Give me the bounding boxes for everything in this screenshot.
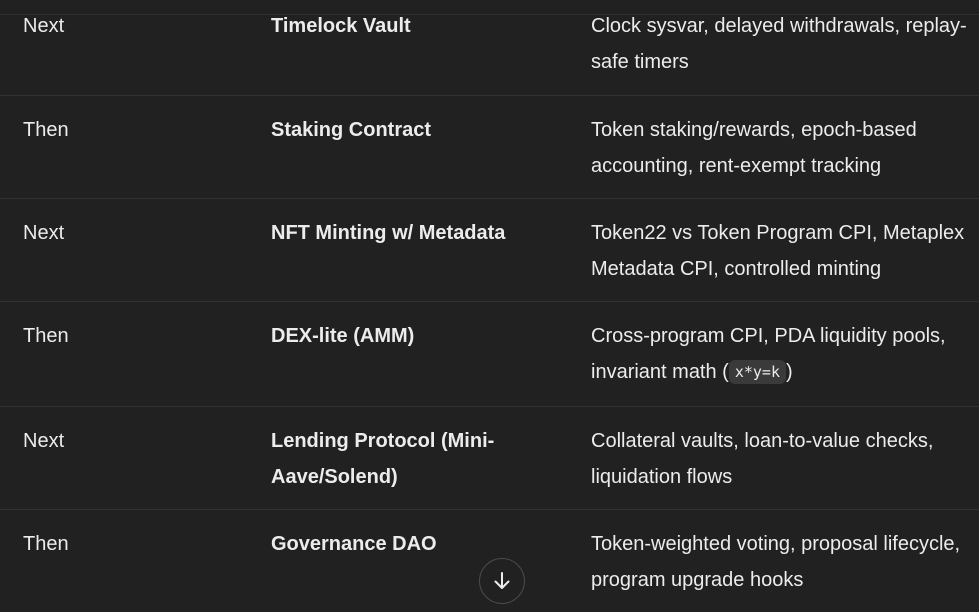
scroll-to-bottom-button[interactable] xyxy=(479,558,525,604)
phase-cell: Next xyxy=(0,0,271,96)
focus-cell: Token22 vs Token Program CPI, Metaplex M… xyxy=(591,198,979,302)
focus-cell: Token staking/rewards, epoch-based accou… xyxy=(591,95,979,199)
project-cell: Staking Contract xyxy=(271,95,591,199)
phase-cell: Next xyxy=(0,406,271,510)
project-cell: Lending Protocol (Mini-Aave/Solend) xyxy=(271,406,591,510)
arrow-down-icon xyxy=(494,572,510,589)
roadmap-table: Next Timelock Vault Clock sysvar, delaye… xyxy=(0,0,979,612)
project-cell: Governance DAO xyxy=(271,532,437,555)
phase-cell: Then xyxy=(0,95,271,199)
table-row: Next NFT Minting w/ Metadata Token22 vs … xyxy=(0,198,979,302)
inline-code: x*y=k xyxy=(728,360,786,385)
table-row: Then Staking Contract Token staking/rewa… xyxy=(0,95,979,199)
phase-cell: Then xyxy=(0,301,271,407)
table-row: Next Timelock Vault Clock sysvar, delaye… xyxy=(0,0,979,96)
table-row: Next Lending Protocol (Mini-Aave/Solend)… xyxy=(0,406,979,510)
project-cell: NFT Minting w/ Metadata xyxy=(271,198,591,302)
focus-cell: Cross-program CPI, PDA liquidity pools, … xyxy=(591,301,979,407)
focus-cell: Clock sysvar, delayed withdrawals, repla… xyxy=(591,0,979,96)
phase-cell: Then xyxy=(23,532,69,555)
table-row: Then DEX-lite (AMM) Cross-program CPI, P… xyxy=(0,301,979,407)
chat-viewport: Next Timelock Vault Clock sysvar, delaye… xyxy=(0,0,979,612)
focus-text-end: ) xyxy=(786,360,793,383)
project-cell: Timelock Vault xyxy=(271,0,591,96)
phase-cell: Next xyxy=(0,198,271,302)
focus-cell: Collateral vaults, loan-to-value checks,… xyxy=(591,406,979,510)
focus-cell: Token-weighted voting, proposal lifecycl… xyxy=(591,532,961,591)
project-cell: DEX-lite (AMM) xyxy=(271,301,591,407)
